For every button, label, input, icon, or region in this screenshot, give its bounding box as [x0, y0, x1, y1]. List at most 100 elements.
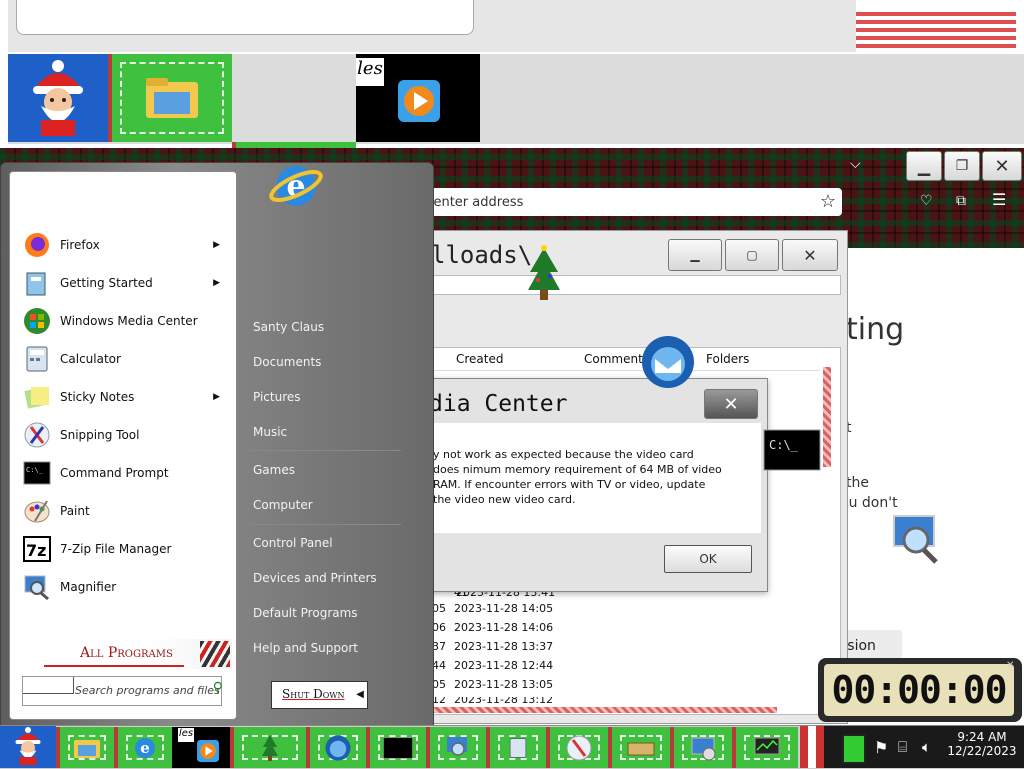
dialog-message: y not work as expected because the video… [433, 448, 722, 506]
taskbar-button[interactable] [306, 727, 366, 768]
program-item-firefox[interactable]: Firefox ▶ [10, 229, 230, 261]
clock[interactable]: 9:24 AM 12/22/2023 [940, 726, 1024, 768]
dock-tile[interactable] [852, 494, 976, 582]
table-row[interactable]: 37 2023-11-28 13:37 [432, 640, 812, 658]
command-prompt-icon: C:\_ [732, 406, 852, 494]
dock-tile[interactable]: e [232, 142, 356, 230]
user-folder-link[interactable]: Santy Claus [253, 320, 324, 334]
bookmark-star-icon[interactable]: ☆ [820, 191, 836, 212]
explorer-maximize-button[interactable]: ▢ [725, 239, 779, 271]
dock-tile[interactable] [480, 230, 604, 318]
taskbar-button[interactable] [732, 727, 798, 768]
program-item-7zip[interactable]: 7z 7-Zip File Manager [10, 533, 230, 565]
action-center-flag-icon[interactable]: ⚑ [874, 738, 888, 757]
default-programs-link[interactable]: Default Programs [253, 606, 358, 620]
documents-link[interactable]: Documents [253, 355, 321, 369]
calculator-icon [22, 344, 52, 374]
start-orb-icon [8, 726, 48, 769]
program-item-command-prompt[interactable]: C:\_ Command Prompt [10, 457, 230, 489]
start-button[interactable] [0, 726, 56, 768]
games-link[interactable]: Games [253, 463, 295, 477]
7zip-icon [612, 727, 670, 768]
browser-close-button[interactable]: ✕ [982, 151, 1022, 181]
system-monitor-icon [736, 727, 798, 768]
help-support-link[interactable]: Help and Support [253, 641, 358, 655]
search-box[interactable]: Search programs and files ⚲ [22, 676, 223, 706]
explorer-close-button[interactable]: ✕ [782, 239, 838, 271]
internet-explorer-icon: e [118, 727, 172, 768]
dock-tile-media[interactable]: les [356, 54, 480, 142]
extensions-icon[interactable]: ⧉ [956, 193, 966, 209]
program-item-paint[interactable]: Paint [10, 495, 230, 527]
battery-icon[interactable] [842, 734, 866, 764]
volume-icon[interactable]: 🔈︎ [922, 738, 931, 756]
address-bar[interactable]: r enter address ☆ [420, 188, 842, 216]
all-programs-button[interactable]: All Programs [14, 639, 232, 669]
computer-link[interactable]: Computer [253, 498, 313, 512]
tab-list-chevron-icon[interactable]: ⌵ [850, 156, 861, 172]
separator [251, 524, 401, 525]
taskbar-button-media[interactable]: les [172, 727, 230, 768]
table-row[interactable]: 05 2023-11-28 14:05 [432, 602, 812, 620]
santa-icon[interactable] [8, 54, 108, 142]
table-row[interactable]: 12 2023-11-28 13:12 [432, 697, 812, 709]
timer-display: 00:00:00 [831, 668, 1007, 712]
media-player-label: les [356, 58, 384, 86]
program-item-sticky-notes[interactable]: Sticky Notes ▶ [10, 381, 230, 413]
dialog-ok-button[interactable]: OK [664, 545, 752, 573]
taskbar-button[interactable] [608, 727, 670, 768]
program-item-windows-media-center[interactable]: Windows Media Center [10, 305, 230, 337]
shutdown-options-button[interactable]: ◀ [353, 681, 368, 709]
timer-gadget[interactable]: 00:00:00 ✕ [818, 658, 1022, 722]
top-right-stripes [856, 10, 1016, 52]
taskbar-button[interactable] [670, 727, 732, 768]
browser-restore-button[interactable]: ❐ [944, 151, 980, 181]
app-menu-icon[interactable]: ☰ [992, 190, 1006, 209]
submenu-arrow-icon: ▶ [213, 392, 220, 402]
music-link[interactable]: Music [253, 425, 287, 439]
taskbar-button[interactable] [486, 727, 546, 768]
separator [251, 450, 401, 451]
table-row[interactable]: 44 2023-11-28 12:44 [432, 659, 812, 677]
thunderbird-icon [608, 318, 728, 406]
table-row[interactable]: 06 2023-11-28 14:06 [432, 621, 812, 639]
clock-date: 12/22/2023 [947, 744, 1017, 758]
taskbar-button[interactable] [366, 727, 426, 768]
start-menu: Firefox ▶ Getting Started ▶ Windows Media … [0, 162, 434, 727]
top-window-field [16, 0, 474, 35]
top-window-strip [8, 0, 856, 53]
dock-tile[interactable] [108, 54, 232, 142]
taskbar-button[interactable] [546, 727, 608, 768]
shutdown-button[interactable]: Shut Down [271, 681, 355, 709]
dock-tile[interactable] [604, 318, 728, 406]
taskbar-button[interactable] [230, 727, 306, 768]
table-row[interactable]: 05 2023-11-28 13:05 [432, 678, 812, 696]
program-item-getting-started[interactable]: Getting Started ▶ [10, 267, 230, 299]
program-item-calculator[interactable]: Calculator [10, 343, 230, 375]
file-explorer-icon [112, 54, 232, 142]
pictures-link[interactable]: Pictures [253, 390, 301, 404]
gadget-close-icon[interactable]: ✕ [1006, 660, 1014, 671]
taskbar-button[interactable] [426, 727, 486, 768]
internet-explorer-icon: e [236, 142, 356, 230]
network-icon[interactable]: ⌸ [898, 738, 907, 756]
program-item-magnifier[interactable]: Magnifier [10, 571, 230, 603]
devices-printers-link[interactable]: Devices and Printers [253, 571, 377, 585]
dock-tile[interactable]: C:\_ [728, 406, 852, 494]
christmas-tree-icon [484, 230, 604, 318]
program-item-snipping-tool[interactable]: Snipping Tool [10, 419, 230, 451]
command-prompt-icon: C:\_ [22, 458, 52, 488]
remote-desktop-icon [674, 727, 732, 768]
browser-minimize-button[interactable]: ▁ [906, 151, 942, 181]
sticky-notes-icon [22, 382, 52, 412]
page-heading: ting [846, 312, 905, 347]
svg-text:e: e [140, 739, 150, 757]
clock-time: 9:24 AM [957, 730, 1007, 744]
pocket-icon[interactable]: ♡ [920, 193, 933, 209]
taskbar-button[interactable]: e [114, 727, 172, 768]
search-icon[interactable]: ⚲ [213, 680, 223, 696]
explorer-minimize-button[interactable]: ▁ [668, 239, 722, 271]
taskbar-button[interactable] [56, 727, 114, 768]
control-panel-link[interactable]: Control Panel [253, 536, 333, 550]
column-created[interactable]: Created [456, 352, 504, 366]
